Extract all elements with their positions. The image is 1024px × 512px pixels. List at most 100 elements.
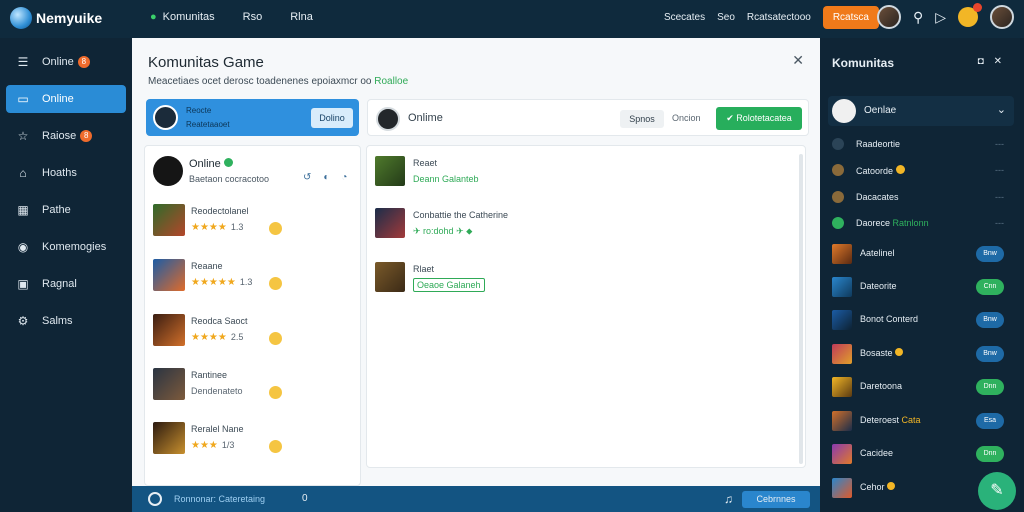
list-item[interactable]: Catoorde --- (832, 161, 1004, 179)
sidebar-item-online-active[interactable]: ▭ Online (6, 85, 126, 113)
top-link-2[interactable]: Seo (717, 12, 735, 23)
online-game-list: Online Baetaon cocracotoo ↺◐◔ Reodectola… (144, 145, 361, 486)
confirm-button[interactable]: ✔ Rolotetacatea (716, 107, 802, 130)
description-link[interactable]: Roalloe (374, 76, 408, 87)
top-nav-community[interactable]: ● Komunitas (150, 11, 215, 23)
game-thumbnail (832, 310, 852, 330)
list-item[interactable]: Bosaste Bnw (832, 342, 1004, 366)
panel-dropdown-label: Oenlae (864, 105, 897, 116)
online-bar-avatar (376, 107, 400, 131)
list-item[interactable]: Reodca Saoct ★★★★ 2.5 (153, 314, 353, 354)
join-pill-button[interactable]: Bnw (976, 246, 1004, 262)
sidebar-item-salms[interactable]: ⚙ Salms (6, 307, 126, 335)
notification-badge (973, 3, 982, 12)
community-panel: Komunitas ◘✕ Oenlae ⌄ Raadeortie --- Cat… (820, 38, 1020, 512)
user-card-line1: Reocte (186, 106, 212, 115)
game-thumbnail (832, 377, 852, 397)
panel-dropdown[interactable]: Oenlae ⌄ (828, 96, 1014, 126)
search-icon[interactable]: ⚲ (913, 9, 923, 26)
top-cta-button[interactable]: Rcatsca (822, 5, 879, 29)
game-status: ✈ ro:dohd ✈ ⬥ (413, 226, 473, 236)
top-link-3[interactable]: Rcatsatectooo (747, 12, 811, 23)
top-link-1[interactable]: Scecates (664, 12, 705, 23)
list-item[interactable]: Raadeortie --- (832, 135, 1004, 153)
community-game-list: Reaet Deann Galanteb Conbattie the Cathe… (366, 145, 806, 468)
game-rating: ★★★★★ 1.3 (191, 277, 253, 288)
emoji-icon[interactable] (269, 222, 282, 235)
top-nav-item-3[interactable]: Rlna (290, 11, 313, 23)
coin-icon[interactable] (958, 3, 982, 27)
user-card[interactable]: Reocte Reatetaaoet Dolino (146, 99, 359, 136)
sidebar-item-pathe[interactable]: ▦ Pathe (6, 196, 126, 224)
list-item[interactable]: Conbattie the Catherine ✈ ro:dohd ✈ ⬥ (375, 208, 795, 248)
list-item[interactable]: Aatelinel Bnw (832, 242, 1004, 266)
join-pill-button[interactable]: Cnn (976, 279, 1004, 295)
join-pill-button[interactable]: Bnw (976, 346, 1004, 362)
chevron-down-icon: ⌄ (996, 104, 1006, 116)
emoji-icon[interactable] (269, 386, 282, 399)
online-header-avatar (153, 156, 183, 186)
list-item[interactable]: Reaane ★★★★★ 1.3 (153, 259, 353, 299)
music-icon[interactable]: ♫ (724, 492, 733, 506)
gamepad-icon: ▦ (17, 203, 29, 217)
user-card-button[interactable]: Dolino (311, 108, 353, 128)
game-thumbnail (153, 368, 185, 400)
list-item[interactable]: Reodectolanel ★★★★ 1.3 (153, 204, 353, 244)
list-item[interactable]: Deteroest Cata Esa (832, 409, 1004, 433)
game-status: Deann Galanteb (413, 174, 479, 184)
menu-icon: ☰ (17, 55, 29, 69)
online-status-icon (223, 158, 233, 167)
bag-icon: ▣ (17, 277, 29, 291)
top-nav: ● Komunitas Rso Rlna (150, 11, 313, 23)
option-button[interactable]: Spnos (620, 110, 664, 128)
game-thumbnail (153, 259, 185, 291)
list-item[interactable]: Daorece Ratnlonn --- (832, 214, 1004, 232)
game-thumbnail (375, 156, 405, 186)
online-header-title: Online (189, 158, 233, 170)
join-pill-button[interactable]: Esa (976, 413, 1004, 429)
bell-icon[interactable]: ▷ (935, 9, 946, 26)
list-item[interactable]: Bonot Conterd Bnw (832, 308, 1004, 332)
sidebar-item-raiose[interactable]: ☆ Raiose 8 (6, 122, 126, 150)
list-item[interactable]: Cacidee Dnn (832, 442, 1004, 466)
game-thumbnail (375, 262, 405, 292)
emoji-icon[interactable] (269, 277, 282, 290)
user-card-avatar (153, 105, 178, 130)
bottom-bar: Ronnonar: Cateretaing 0 ♫ Cebrnnes (132, 486, 820, 512)
more-icon: --- (995, 218, 1004, 228)
header-action-icons[interactable]: ↺◐◔ (303, 172, 359, 183)
sidebar-badge: 8 (77, 56, 90, 68)
panel-actions[interactable]: ◘✕ (978, 56, 1012, 67)
user-avatar[interactable] (876, 5, 901, 29)
status-dot-icon (832, 217, 844, 229)
list-item[interactable]: Reralel Nane ★★★ 1/3 (153, 422, 353, 462)
sidebar-item-hoaths[interactable]: ⌂ Hoaths (6, 159, 126, 187)
list-item[interactable]: Reaet Deann Galanteb (375, 156, 795, 196)
option-link[interactable]: Oncion (672, 113, 701, 123)
compose-fab-button[interactable]: ✎ (978, 472, 1016, 510)
profile-avatar[interactable] (990, 5, 1014, 29)
sidebar-item-ragnal[interactable]: ▣ Ragnal (6, 270, 126, 298)
game-thumbnail (153, 204, 185, 236)
game-thumbnail (153, 314, 185, 346)
app-name: Nemyuike (36, 10, 103, 26)
sidebar-item-komemogies[interactable]: ◉ Komemogies (6, 233, 126, 261)
top-nav-item-2[interactable]: Rso (243, 11, 263, 23)
game-status[interactable]: Oeaoe Galaneh (413, 278, 485, 292)
status-dot-icon (832, 164, 844, 176)
scrollbar[interactable] (799, 154, 803, 464)
bottom-action-button[interactable]: Cebrnnes (742, 491, 810, 508)
join-pill-button[interactable]: Dnn (976, 446, 1004, 462)
list-item[interactable]: Rlaet Oeaoe Galaneh (375, 262, 795, 302)
app-logo[interactable]: Nemyuike (10, 7, 102, 29)
join-pill-button[interactable]: Bnw (976, 312, 1004, 328)
emoji-icon[interactable] (269, 440, 282, 453)
list-item[interactable]: Daretoona Dnn (832, 375, 1004, 399)
join-pill-button[interactable]: Dnn (976, 379, 1004, 395)
sidebar-item-online[interactable]: ☰ Online 8 (6, 48, 126, 76)
list-item[interactable]: Dacacates --- (832, 188, 1004, 206)
emoji-icon[interactable] (269, 332, 282, 345)
list-item[interactable]: Dateorite Cnn (832, 275, 1004, 299)
list-item[interactable]: Rantinee Dendenateto (153, 368, 353, 408)
close-icon[interactable]: ✕ (792, 52, 804, 69)
